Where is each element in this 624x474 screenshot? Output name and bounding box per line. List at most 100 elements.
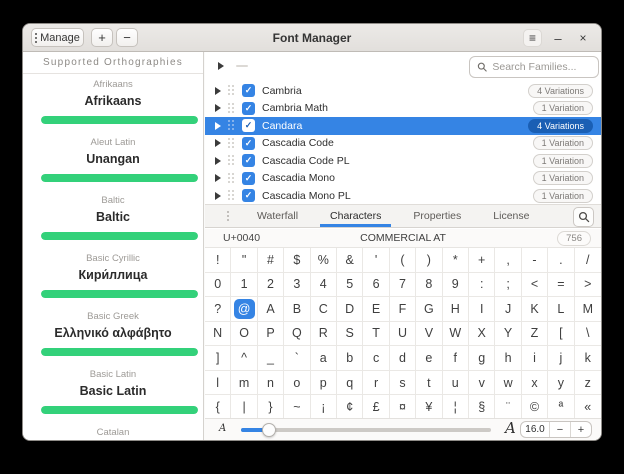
- drag-handle-icon[interactable]: [228, 173, 235, 184]
- character-search-button[interactable]: [573, 207, 594, 227]
- expander-icon[interactable]: [215, 104, 221, 112]
- orthography-entry[interactable]: Basic GreekΕλληνικό αλφάβητο: [23, 306, 203, 364]
- character-cell[interactable]: Y: [495, 322, 521, 347]
- character-cell[interactable]: _: [258, 346, 284, 371]
- character-cell[interactable]: $: [284, 248, 310, 273]
- font-enabled-checkbox[interactable]: ✓: [242, 189, 255, 202]
- character-cell[interactable]: h: [495, 346, 521, 371]
- character-cell[interactable]: ^: [231, 346, 257, 371]
- character-cell[interactable]: ¢: [337, 395, 363, 420]
- character-cell[interactable]: /: [575, 248, 601, 273]
- character-cell[interactable]: m: [231, 371, 257, 396]
- character-cell[interactable]: g: [469, 346, 495, 371]
- drag-handle-icon[interactable]: [228, 138, 235, 149]
- pane-handle-icon[interactable]: [227, 211, 229, 221]
- character-cell[interactable]: ]: [205, 346, 231, 371]
- character-cell[interactable]: Q: [284, 322, 310, 347]
- character-cell[interactable]: b: [337, 346, 363, 371]
- character-cell[interactable]: D: [337, 297, 363, 322]
- character-cell[interactable]: U: [390, 322, 416, 347]
- character-cell[interactable]: &: [337, 248, 363, 273]
- character-cell[interactable]: a: [311, 346, 337, 371]
- decrease-size-button[interactable]: −: [549, 422, 570, 437]
- character-cell[interactable]: ,: [495, 248, 521, 273]
- character-cell[interactable]: I: [469, 297, 495, 322]
- character-cell[interactable]: 1: [231, 273, 257, 298]
- app-menu-button[interactable]: ≡: [523, 29, 542, 47]
- expander-icon[interactable]: [215, 192, 221, 200]
- character-cell[interactable]: e: [416, 346, 442, 371]
- expander-icon[interactable]: [215, 139, 221, 147]
- increase-size-button[interactable]: +: [570, 422, 591, 437]
- font-enabled-checkbox[interactable]: ✓: [242, 154, 255, 167]
- tab-characters[interactable]: Characters: [320, 205, 391, 227]
- tab-waterfall[interactable]: Waterfall: [247, 205, 308, 227]
- character-cell[interactable]: T: [363, 322, 389, 347]
- character-cell[interactable]: 3: [284, 273, 310, 298]
- character-cell[interactable]: [: [548, 322, 574, 347]
- font-enabled-checkbox[interactable]: ✓: [242, 137, 255, 150]
- drag-handle-icon[interactable]: [228, 120, 235, 131]
- character-cell[interactable]: 8: [416, 273, 442, 298]
- character-cell[interactable]: s: [390, 371, 416, 396]
- character-cell[interactable]: ": [231, 248, 257, 273]
- minimize-button[interactable]: –: [550, 25, 566, 51]
- orthography-entry[interactable]: AfrikaansAfrikaans: [23, 74, 203, 132]
- character-cell[interactable]: {: [205, 395, 231, 420]
- character-cell[interactable]: P: [258, 322, 284, 347]
- drag-handle-icon[interactable]: [228, 155, 235, 166]
- font-family-row[interactable]: ✓Cascadia Mono1 Variation: [205, 170, 601, 188]
- character-cell[interactable]: \: [575, 322, 601, 347]
- character-cell[interactable]: G: [416, 297, 442, 322]
- character-cell[interactable]: z: [575, 371, 601, 396]
- character-cell[interactable]: 7: [390, 273, 416, 298]
- character-cell[interactable]: Z: [522, 322, 548, 347]
- character-cell[interactable]: |: [231, 395, 257, 420]
- character-cell[interactable]: J: [495, 297, 521, 322]
- character-cell[interactable]: %: [311, 248, 337, 273]
- slider-track[interactable]: [241, 428, 491, 432]
- orthography-entry[interactable]: Basic LatinBasic Latin: [23, 364, 203, 422]
- character-cell[interactable]: W: [443, 322, 469, 347]
- tab-license[interactable]: License: [483, 205, 539, 227]
- character-cell[interactable]: §: [469, 395, 495, 420]
- font-enabled-checkbox[interactable]: ✓: [242, 172, 255, 185]
- character-cell[interactable]: S: [337, 322, 363, 347]
- font-family-row[interactable]: ✓Cambria Math1 Variation: [205, 100, 601, 118]
- character-cell[interactable]: L: [548, 297, 574, 322]
- character-cell[interactable]: r: [363, 371, 389, 396]
- character-cell[interactable]: M: [575, 297, 601, 322]
- character-cell[interactable]: ;: [495, 273, 521, 298]
- character-cell[interactable]: A: [258, 297, 284, 322]
- character-cell[interactable]: 2: [258, 273, 284, 298]
- character-cell[interactable]: t: [416, 371, 442, 396]
- font-enabled-checkbox[interactable]: ✓: [242, 119, 255, 132]
- font-family-row[interactable]: ✓Cambria4 Variations: [205, 82, 601, 100]
- character-cell[interactable]: 9: [443, 273, 469, 298]
- character-cell[interactable]: }: [258, 395, 284, 420]
- orthography-entry[interactable]: Catalan: [23, 422, 203, 440]
- character-cell[interactable]: O: [231, 322, 257, 347]
- character-cell[interactable]: ¦: [443, 395, 469, 420]
- character-cell[interactable]: «: [575, 395, 601, 420]
- character-cell[interactable]: X: [469, 322, 495, 347]
- size-slider[interactable]: [241, 419, 491, 441]
- character-cell[interactable]: v: [469, 371, 495, 396]
- character-cell[interactable]: o: [284, 371, 310, 396]
- search-input[interactable]: [492, 61, 591, 73]
- expander-icon[interactable]: [215, 157, 221, 165]
- character-cell[interactable]: :: [469, 273, 495, 298]
- character-cell[interactable]: d: [390, 346, 416, 371]
- character-cell[interactable]: V: [416, 322, 442, 347]
- tab-properties[interactable]: Properties: [403, 205, 471, 227]
- character-cell[interactable]: F: [390, 297, 416, 322]
- character-cell[interactable]: 5: [337, 273, 363, 298]
- character-cell[interactable]: ¡: [311, 395, 337, 420]
- drag-handle-icon[interactable]: [228, 85, 235, 96]
- expander-icon[interactable]: [215, 122, 221, 130]
- font-family-row[interactable]: ✓Cascadia Code1 Variation: [205, 135, 601, 153]
- slider-handle[interactable]: [262, 423, 276, 437]
- character-cell[interactable]: >: [575, 273, 601, 298]
- character-cell[interactable]: ): [416, 248, 442, 273]
- font-enabled-checkbox[interactable]: ✓: [242, 102, 255, 115]
